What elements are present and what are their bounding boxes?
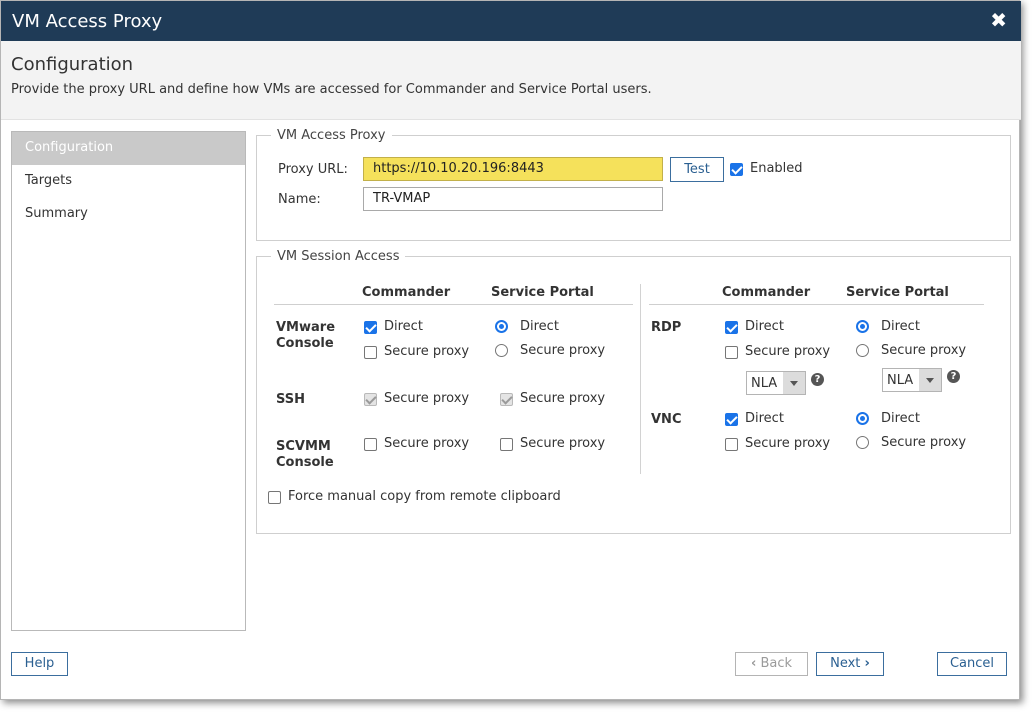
rdp-commander-nla-select[interactable]: NLA <box>746 371 806 395</box>
vmware-portal-direct-label: Direct <box>520 319 559 334</box>
title-bar: VM Access Proxy ✖ <box>1 1 1021 41</box>
rdp-portal-nla-select[interactable]: NLA <box>882 368 942 392</box>
rdp-portal-secure-label: Secure proxy <box>881 343 967 358</box>
scvmm-portal-secure-checkbox[interactable] <box>500 438 513 451</box>
vnc-commander-secure-checkbox[interactable] <box>725 438 738 451</box>
vnc-commander-direct-label: Direct <box>745 411 784 426</box>
vm-access-proxy-dialog: VM Access Proxy ✖ Configuration Provide … <box>0 0 1021 700</box>
window-title: VM Access Proxy <box>12 11 163 32</box>
ssh-commander-secure-label: Secure proxy <box>384 391 470 406</box>
chevron-down-icon <box>783 372 805 394</box>
left-col-service-portal: Service Portal <box>491 285 594 300</box>
vm-access-proxy-group: VM Access Proxy <box>256 128 1011 241</box>
ssh-label: SSH <box>276 392 306 407</box>
rdp-portal-direct-radio[interactable] <box>856 320 869 333</box>
chevron-right-icon: › <box>864 656 870 671</box>
ssh-portal-secure-checkbox <box>500 393 513 406</box>
scvmm-commander-secure-checkbox[interactable] <box>364 438 377 451</box>
rdp-commander-nla-value: NLA <box>751 376 778 391</box>
help-button[interactable]: Help <box>11 652 68 676</box>
left-header-rule <box>274 304 633 305</box>
rdp-commander-direct-label: Direct <box>745 319 784 334</box>
vmware-commander-secure-checkbox[interactable] <box>364 346 377 359</box>
rdp-portal-direct-label: Direct <box>881 319 920 334</box>
rdp-label: RDP <box>651 320 682 335</box>
scvmm-portal-secure-label: Secure proxy <box>520 436 606 451</box>
proxy-url-input[interactable]: https://10.10.20.196:8443 <box>363 157 663 181</box>
next-button[interactable]: Next › <box>816 652 884 676</box>
name-label: Name: <box>278 192 321 207</box>
rdp-portal-secure-radio[interactable] <box>856 344 869 357</box>
ssh-commander-secure-checkbox <box>364 393 377 406</box>
right-col-commander: Commander <box>722 285 811 300</box>
page-header: Configuration Provide the proxy URL and … <box>1 41 1021 120</box>
vnc-portal-secure-radio[interactable] <box>856 436 869 449</box>
vnc-commander-direct-checkbox[interactable] <box>725 413 738 426</box>
next-button-label: Next <box>830 656 861 671</box>
vnc-commander-secure-label: Secure proxy <box>745 436 831 451</box>
rdp-commander-direct-checkbox[interactable] <box>725 321 738 334</box>
rdp-commander-secure-label: Secure proxy <box>745 344 831 359</box>
close-icon[interactable]: ✖ <box>990 8 1007 32</box>
rdp-commander-secure-checkbox[interactable] <box>725 346 738 359</box>
vnc-portal-secure-label: Secure proxy <box>881 435 967 450</box>
vmware-console-label: VMware Console <box>276 320 336 351</box>
vmware-portal-direct-radio[interactable] <box>495 320 508 333</box>
scvmm-commander-secure-label: Secure proxy <box>384 436 470 451</box>
vmware-portal-secure-label: Secure proxy <box>520 343 606 358</box>
nav-item-configuration[interactable]: Configuration <box>12 132 245 165</box>
vmware-commander-secure-label: Secure proxy <box>384 344 470 359</box>
back-button-label: Back <box>760 656 793 671</box>
ssh-portal-secure-label: Secure proxy <box>520 391 606 406</box>
right-header-rule <box>649 304 984 305</box>
wizard-nav: Configuration Targets Summary <box>11 131 246 631</box>
back-button[interactable]: ‹ Back <box>735 652 808 676</box>
vnc-portal-direct-label: Direct <box>881 411 920 426</box>
proxy-url-label: Proxy URL: <box>278 162 348 177</box>
enabled-label: Enabled <box>750 161 803 176</box>
force-clipboard-label: Force manual copy from remote clipboard <box>288 489 561 504</box>
scvmm-console-label: SCVMM Console <box>276 439 334 470</box>
vmware-commander-direct-checkbox[interactable] <box>364 321 377 334</box>
cancel-button[interactable]: Cancel <box>937 652 1007 676</box>
enabled-checkbox[interactable] <box>730 163 743 176</box>
force-clipboard-checkbox[interactable] <box>268 491 281 504</box>
chevron-down-icon <box>919 369 941 391</box>
vmware-portal-secure-radio[interactable] <box>495 344 508 357</box>
chevron-left-icon: ‹ <box>750 656 757 671</box>
vnc-portal-direct-radio[interactable] <box>856 412 869 425</box>
name-input[interactable]: TR-VMAP <box>363 187 663 211</box>
rdp-portal-nla-value: NLA <box>887 373 914 388</box>
vm-session-access-legend: VM Session Access <box>277 249 400 264</box>
right-col-service-portal: Service Portal <box>846 285 949 300</box>
left-col-commander: Commander <box>362 285 451 300</box>
page-title: Configuration <box>11 54 134 75</box>
vm-access-proxy-legend: VM Access Proxy <box>277 128 386 143</box>
nav-item-summary[interactable]: Summary <box>12 198 245 231</box>
help-icon[interactable]: ? <box>947 370 960 383</box>
vnc-label: VNC <box>651 412 682 427</box>
help-icon[interactable]: ? <box>811 373 824 386</box>
page-description: Provide the proxy URL and define how VMs… <box>11 82 652 97</box>
test-button[interactable]: Test <box>670 157 724 182</box>
nav-item-targets[interactable]: Targets <box>12 165 245 198</box>
vmware-commander-direct-label: Direct <box>384 319 423 334</box>
column-divider <box>640 284 641 474</box>
